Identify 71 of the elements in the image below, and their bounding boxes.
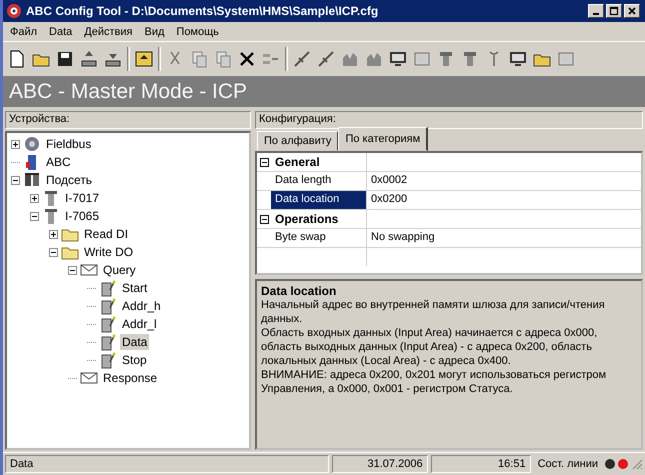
tree-item[interactable]: Read DI (82, 226, 130, 242)
menu-item[interactable]: Файл (5, 24, 42, 38)
expander-icon[interactable] (11, 176, 20, 184)
tab[interactable]: По категориям (338, 127, 428, 151)
status-item: Data (5, 455, 329, 473)
network-icon (23, 135, 41, 153)
tree-item[interactable]: Data (120, 334, 150, 350)
tree-item[interactable]: Write DO (82, 244, 136, 260)
module-icon (42, 207, 60, 225)
description-text: Начальный адрес во внутренней памяти шлюза для записи/чтения данных. (261, 298, 606, 326)
minimize-button[interactable] (588, 4, 604, 18)
tree-item[interactable]: Addr_h (120, 298, 163, 314)
tree-item[interactable]: ABC (44, 154, 73, 170)
line-status-label: Сост. линии (536, 458, 599, 470)
expander-icon[interactable] (68, 266, 77, 274)
minimize-icon (593, 12, 599, 14)
maximize-icon (609, 6, 619, 16)
tree-item[interactable]: Fieldbus (44, 136, 94, 152)
expander-icon[interactable] (49, 248, 58, 256)
plug-icon[interactable] (316, 49, 336, 69)
menu-item[interactable]: Data (44, 24, 78, 38)
window-title: ABC Config Tool - D:\Documents\System\HMS\Sample\ICP.cfg (26, 4, 380, 18)
upload-icon[interactable] (79, 49, 99, 69)
tree-item[interactable]: Start (120, 280, 150, 296)
tree-item[interactable]: I-7017 (63, 190, 102, 206)
panel-header: Устройства: (5, 111, 251, 129)
close-icon (627, 6, 637, 16)
menu-item[interactable]: Действия (79, 24, 138, 38)
menu-item[interactable]: Помощь (171, 24, 224, 38)
property-name[interactable]: Data length (271, 172, 367, 190)
property-value: No swapping (370, 230, 436, 245)
plug-icon[interactable] (292, 49, 312, 69)
resize-grip-icon[interactable] (631, 458, 643, 470)
monitor-icon[interactable] (508, 49, 528, 69)
folder-up-icon[interactable] (134, 49, 154, 69)
close-button[interactable] (624, 4, 640, 18)
tag-icon (99, 351, 117, 369)
status-date: 31.07.2006 (332, 455, 428, 473)
save-icon[interactable] (55, 49, 75, 69)
mode-title: ABC - Master Mode - ICP (9, 80, 248, 104)
tree-item[interactable]: Addr_l (120, 316, 159, 332)
tag-icon (99, 279, 117, 297)
expander-icon[interactable] (30, 212, 39, 220)
tree-item[interactable]: Stop (120, 352, 149, 368)
tag-icon (99, 297, 117, 315)
tree-item[interactable]: Query (101, 262, 138, 278)
collapse-icon[interactable] (260, 158, 268, 166)
collapse-icon[interactable] (260, 214, 268, 224)
tree-item[interactable]: Подсеть (44, 172, 94, 188)
tree-item[interactable]: I-7065 (63, 208, 102, 224)
category-name: Operations (271, 210, 367, 228)
subnet-icon (23, 171, 41, 189)
tag-icon (99, 333, 117, 351)
expander-icon[interactable] (11, 140, 20, 148)
monitor-icon[interactable] (388, 49, 408, 69)
property-value: 0x0200 (370, 192, 408, 207)
status-time: 16:51 (430, 455, 531, 473)
menu-item[interactable]: Вид (140, 24, 170, 38)
description-text: Область входных данных (Input Area) начинается с адреса 0x000, область выходных данных (Input Area) - с адреса 0x200, область локальных данных (Local Area) - с адреса 0x400. (261, 326, 598, 368)
category-name: General (271, 153, 367, 171)
description-title: Data location (261, 284, 338, 298)
property-name[interactable]: Byte swap (271, 229, 367, 247)
property-name[interactable]: Data location (271, 191, 367, 209)
property-value: 0x0002 (370, 173, 408, 188)
expander-icon[interactable] (49, 230, 58, 238)
expander-icon[interactable] (30, 194, 39, 202)
description-text: ВНИМАНИЕ: адреса 0x200, 0x201 могут использоваться регистром Управления, а 0x000, 0x001 - регистром Статуса. (261, 368, 608, 396)
module-icon (42, 189, 60, 207)
tag-icon (99, 315, 117, 333)
tree-item[interactable]: Response (101, 370, 160, 386)
maximize-button[interactable] (606, 4, 622, 18)
